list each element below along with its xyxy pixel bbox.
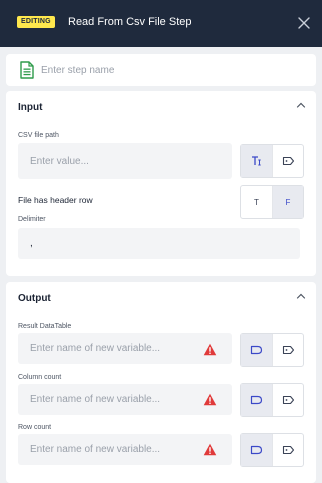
step-name-input[interactable] — [41, 54, 306, 86]
delimiter-label: Delimiter — [18, 216, 46, 223]
variable-tag-icon — [282, 445, 294, 455]
input-panel: Input CSV file path File has header row … — [6, 91, 316, 276]
step-name-bar — [6, 54, 316, 86]
output-panel: Output Result DataTable Column count — [6, 282, 316, 483]
variable-tag-icon — [250, 395, 263, 405]
warning-icon — [203, 393, 217, 406]
column-count-label: Column count — [18, 374, 62, 381]
result-datatable-label: Result DataTable — [18, 323, 72, 330]
output-section-title: Output — [18, 293, 51, 304]
text-mode-button[interactable] — [241, 145, 272, 177]
csv-path-input[interactable] — [18, 143, 232, 179]
row-count-mode-toggle — [240, 433, 304, 467]
text-type-icon — [251, 156, 261, 166]
input-section-title: Input — [18, 102, 43, 113]
variable-tag-icon — [250, 345, 263, 355]
variable-tag-icon — [282, 395, 294, 405]
row-count-input[interactable] — [18, 434, 232, 465]
csv-path-mode-toggle — [240, 144, 304, 178]
variable-tag-icon — [250, 445, 263, 455]
column-count-mode-toggle — [240, 383, 304, 417]
csv-path-label: CSV file path — [18, 132, 59, 139]
existing-variable-button[interactable] — [272, 434, 303, 466]
warning-icon — [203, 443, 217, 456]
variable-tag-icon — [282, 156, 294, 166]
existing-variable-button[interactable] — [272, 384, 303, 416]
dialog-title: Read From Csv File Step — [68, 16, 192, 28]
new-variable-button[interactable] — [241, 334, 272, 366]
header-row-toggle: T F — [240, 185, 304, 219]
false-option-label: F — [285, 197, 291, 207]
column-count-input[interactable] — [18, 384, 232, 415]
editing-badge: EDITING — [17, 16, 55, 28]
header-row-false-button[interactable]: F — [272, 186, 303, 218]
new-variable-button[interactable] — [241, 384, 272, 416]
chevron-up-icon[interactable] — [296, 101, 306, 109]
result-datatable-input[interactable] — [18, 333, 232, 364]
true-option-label: T — [254, 197, 259, 207]
row-count-label: Row count — [18, 424, 52, 431]
csv-file-icon — [20, 61, 34, 79]
chevron-up-icon[interactable] — [296, 292, 306, 300]
dialog-header: EDITING Read From Csv File Step — [0, 0, 322, 47]
result-datatable-mode-toggle — [240, 333, 304, 367]
new-variable-button[interactable] — [241, 434, 272, 466]
header-row-label: File has header row — [18, 195, 93, 205]
warning-icon — [203, 343, 217, 356]
variable-tag-icon — [282, 345, 294, 355]
existing-variable-button[interactable] — [272, 334, 303, 366]
delimiter-input[interactable] — [18, 228, 300, 259]
header-row-true-button[interactable]: T — [241, 186, 272, 218]
close-icon[interactable] — [296, 15, 312, 31]
variable-mode-button[interactable] — [272, 145, 303, 177]
